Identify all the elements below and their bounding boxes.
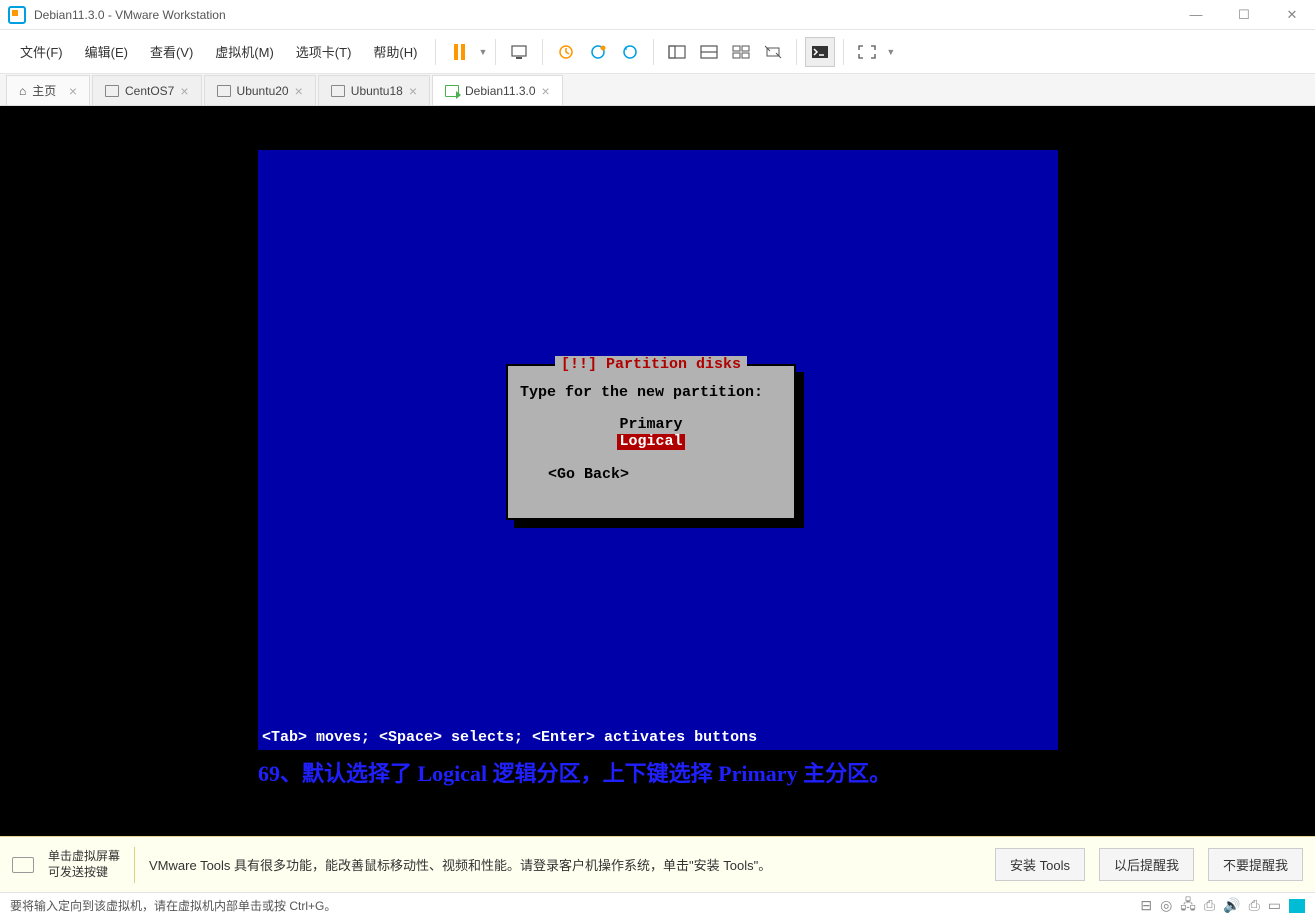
dialog-title: [!!] Partition disks [555, 356, 747, 373]
usb-icon[interactable]: ⎙ [1249, 897, 1260, 914]
vmware-logo-icon [8, 6, 26, 24]
send-keys-hint: 单击虚拟屏幕 可发送按键 [48, 849, 120, 880]
printer-icon[interactable]: ⎙ [1204, 897, 1215, 914]
minimize-button[interactable]: — [1181, 7, 1211, 23]
tabbar: ⌂ 主页 × CentOS7 × Ubuntu20 × Ubuntu18 × D… [0, 74, 1315, 106]
divider [134, 847, 135, 883]
titlebar: Debian11.3.0 - VMware Workstation — ☐ ✕ [0, 0, 1315, 30]
message-badge[interactable] [1289, 899, 1305, 913]
tab-label: Ubuntu20 [237, 84, 289, 98]
device-tray: ⊟ ◎ 🖧 ⎙ 🔊 ⎙ ▭ [1140, 894, 1305, 918]
vm-viewport[interactable]: [!!] Partition disks Type for the new pa… [0, 106, 1315, 836]
separator [495, 39, 496, 65]
separator [435, 39, 436, 65]
separator [843, 39, 844, 65]
close-icon[interactable]: × [69, 83, 77, 99]
view-thumbnail-icon[interactable] [726, 37, 756, 67]
unity-icon[interactable] [758, 37, 788, 67]
revert-snapshot-icon[interactable] [615, 37, 645, 67]
console-icon[interactable] [805, 37, 835, 67]
tab-ubuntu20[interactable]: Ubuntu20 × [204, 75, 316, 105]
tab-ubuntu18[interactable]: Ubuntu18 × [318, 75, 430, 105]
snapshot-icon[interactable] [551, 37, 581, 67]
tab-label: 主页 [32, 82, 56, 99]
maximize-button[interactable]: ☐ [1229, 7, 1259, 23]
tab-label: Ubuntu18 [351, 84, 403, 98]
power-dropdown[interactable]: ▼ [478, 47, 487, 57]
display-icon[interactable]: ▭ [1268, 897, 1281, 914]
sound-icon[interactable]: 🔊 [1223, 897, 1240, 914]
tab-label: Debian11.3.0 [465, 84, 536, 98]
fullscreen-icon[interactable] [852, 37, 882, 67]
view-split-icon[interactable] [694, 37, 724, 67]
infobar: 单击虚拟屏幕 可发送按键 VMware Tools 具有很多功能，能改善鼠标移动… [0, 836, 1315, 892]
close-button[interactable]: ✕ [1277, 7, 1307, 23]
tab-debian11[interactable]: Debian11.3.0 × [432, 75, 563, 105]
status-message: 要将输入定向到该虚拟机，请在虚拟机内部单击或按 Ctrl+G。 [10, 897, 1140, 914]
close-icon[interactable]: × [409, 83, 417, 99]
menu-view[interactable]: 查看(V) [140, 38, 203, 65]
option-primary[interactable]: Primary [520, 417, 782, 434]
tab-centos7[interactable]: CentOS7 × [92, 75, 202, 105]
pause-button[interactable] [444, 37, 474, 67]
separator [796, 39, 797, 65]
send-ctrl-alt-del-icon[interactable] [504, 37, 534, 67]
partition-dialog: [!!] Partition disks Type for the new pa… [506, 364, 796, 520]
snapshot-manager-icon[interactable] [583, 37, 613, 67]
menu-help[interactable]: 帮助(H) [363, 38, 427, 65]
home-icon: ⌂ [19, 84, 26, 98]
separator [653, 39, 654, 65]
network-icon[interactable]: 🖧 [1180, 894, 1196, 918]
menu-tabs[interactable]: 选项卡(T) [286, 38, 362, 65]
close-icon[interactable]: × [542, 83, 550, 99]
separator [542, 39, 543, 65]
tab-label: CentOS7 [125, 84, 174, 98]
tab-home[interactable]: ⌂ 主页 × [6, 75, 90, 105]
vm-icon [331, 85, 345, 97]
menu-file[interactable]: 文件(F) [10, 38, 73, 65]
vm-icon [217, 85, 231, 97]
view-single-icon[interactable] [662, 37, 692, 67]
nav-hint: <Tab> moves; <Space> selects; <Enter> ac… [262, 729, 757, 746]
vm-screen[interactable]: [!!] Partition disks Type for the new pa… [258, 150, 1058, 750]
install-tools-button[interactable]: 安装 Tools [995, 848, 1085, 881]
caption-overlay: 69、默认选择了 Logical 逻辑分区，上下键选择 Primary 主分区。 [258, 756, 1058, 788]
statusbar: 要将输入定向到该虚拟机，请在虚拟机内部单击或按 Ctrl+G。 ⊟ ◎ 🖧 ⎙ … [0, 892, 1315, 918]
cdrom-icon[interactable]: ◎ [1160, 897, 1172, 914]
dialog-prompt: Type for the new partition: [520, 384, 782, 401]
never-remind-button[interactable]: 不要提醒我 [1208, 848, 1303, 881]
menubar: 文件(F) 编辑(E) 查看(V) 虚拟机(M) 选项卡(T) 帮助(H) ▼ … [0, 30, 1315, 74]
vm-running-icon [445, 85, 459, 97]
remind-later-button[interactable]: 以后提醒我 [1099, 848, 1194, 881]
close-icon[interactable]: × [295, 83, 303, 99]
vm-icon [105, 85, 119, 97]
keyboard-icon [12, 857, 34, 873]
vmware-tools-message: VMware Tools 具有很多功能，能改善鼠标移动性、视频和性能。请登录客户… [149, 855, 981, 874]
menu-edit[interactable]: 编辑(E) [75, 38, 138, 65]
close-icon[interactable]: × [180, 83, 188, 99]
menu-vm[interactable]: 虚拟机(M) [205, 38, 284, 65]
fullscreen-dropdown[interactable]: ▼ [886, 47, 895, 57]
go-back-button[interactable]: <Go Back> [520, 466, 782, 483]
window-title: Debian11.3.0 - VMware Workstation [34, 8, 1181, 22]
harddisk-icon[interactable]: ⊟ [1140, 897, 1152, 914]
option-logical[interactable]: Logical [617, 434, 684, 451]
